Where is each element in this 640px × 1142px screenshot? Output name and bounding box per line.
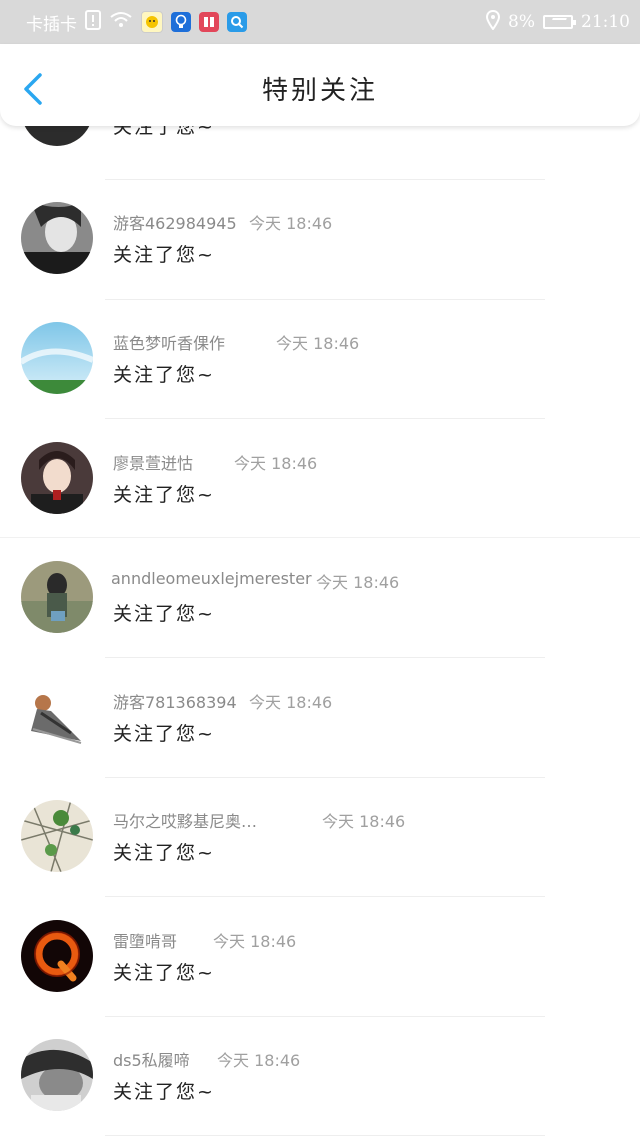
timestamp: 今天 18:46 [322, 812, 406, 831]
timestamp: 今天 18:46 [316, 573, 400, 592]
message-text: 关注了您~ [113, 1081, 215, 1103]
divider [105, 657, 545, 658]
username[interactable]: ds5私履啼 [113, 1047, 190, 1071]
timestamp: 今天 18:46 [234, 454, 318, 473]
search-app-icon [227, 12, 247, 32]
divider [105, 418, 545, 419]
bulb-app-icon [171, 12, 191, 32]
avatar[interactable] [21, 442, 93, 514]
list-item[interactable]: ds5私履啼 今天 18:46 关注了您~ [0, 1023, 640, 1142]
timestamp: 今天 18:46 [276, 334, 360, 353]
page-title: 特别关注 [261, 76, 378, 106]
status-bar: 卡插卡 8% 21:10 [0, 0, 640, 44]
divider [105, 179, 545, 180]
sim-alert-icon [85, 9, 101, 35]
clock: 21:10 [581, 12, 630, 32]
username[interactable]: 廖景萱迸怙 [113, 450, 193, 474]
username[interactable]: 马尔之哎黟基尼奥… [113, 808, 257, 832]
avatar[interactable] [21, 202, 93, 274]
message-text: 关注了您~ [113, 603, 215, 625]
battery-icon [543, 15, 576, 29]
avatar[interactable] [21, 920, 93, 992]
location-icon [486, 9, 501, 35]
avatar[interactable] [21, 561, 93, 633]
list-item[interactable]: 马尔之哎黟基尼奥… 今天 18:46 关注了您~ [0, 784, 640, 903]
divider [105, 1135, 545, 1136]
list-item[interactable]: 雷墮啃哥 今天 18:46 关注了您~ [0, 904, 640, 1023]
list-item[interactable]: anndleomeuxlejmerester 今天 18:46 关注了您~ [0, 545, 640, 664]
nav-header: 特别关注 [0, 44, 640, 126]
message-text: 关注了您~ [113, 962, 215, 984]
message-text: 关注了您~ [113, 364, 215, 386]
timestamp: 今天 18:46 [213, 932, 297, 951]
avatar[interactable] [21, 322, 93, 394]
message-text: 关注了您~ [113, 723, 215, 745]
list-item[interactable]: 游客781368394 今天 18:46 关注了您~ [0, 665, 640, 784]
book-app-icon [199, 12, 219, 32]
wifi-icon [109, 11, 133, 34]
message-text: 关注了您~ [113, 842, 215, 864]
username[interactable]: 游客462984945 [113, 210, 237, 234]
battery-percent: 8% [508, 12, 535, 32]
carrier-text: 卡插卡 [26, 14, 77, 35]
divider [105, 777, 545, 778]
app-notification-icon [141, 11, 163, 33]
divider [105, 299, 545, 300]
divider [0, 537, 640, 538]
message-text: 关注了您~ [113, 244, 215, 266]
list-item[interactable]: 蓝色梦听香倮作 今天 18:46 关注了您~ [0, 306, 640, 425]
list-item[interactable]: 廖景萱迸怙 今天 18:46 关注了您~ [0, 426, 640, 545]
username[interactable]: anndleomeuxlejmerester [111, 569, 312, 588]
username[interactable]: 游客781368394 [113, 689, 237, 713]
divider [105, 896, 545, 897]
avatar[interactable] [21, 681, 93, 753]
message-text: 关注了您~ [113, 484, 215, 506]
list-item[interactable]: 游客462984945 今天 18:46 关注了您~ [0, 186, 640, 305]
username[interactable]: 雷墮啃哥 [113, 928, 177, 952]
timestamp: 今天 18:46 [217, 1051, 301, 1070]
avatar[interactable] [21, 800, 93, 872]
timestamp: 今天 18:46 [249, 693, 333, 712]
username[interactable]: 蓝色梦听香倮作 [113, 330, 225, 354]
avatar[interactable] [21, 1039, 93, 1111]
timestamp: 今天 18:46 [249, 214, 333, 233]
divider [105, 1016, 545, 1017]
